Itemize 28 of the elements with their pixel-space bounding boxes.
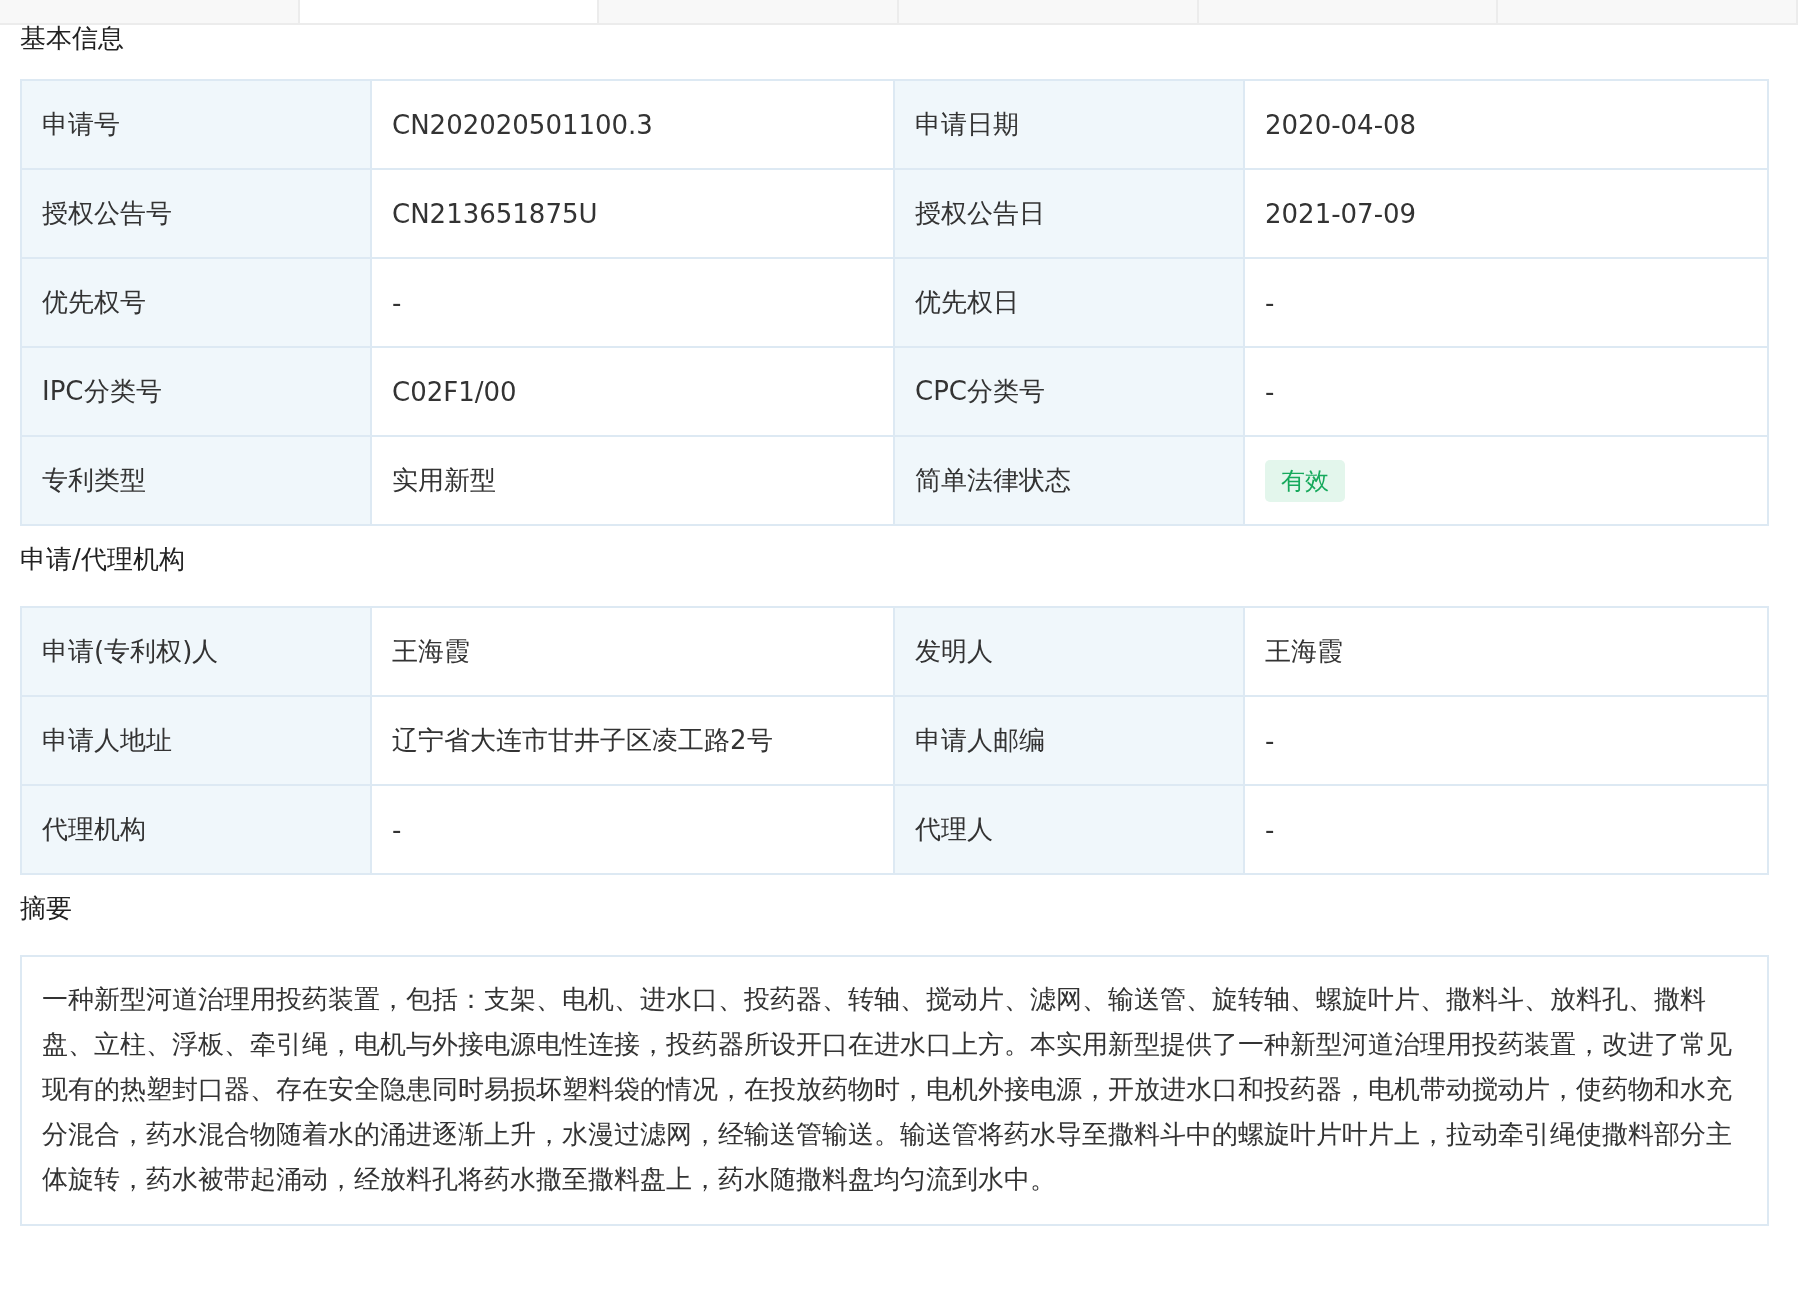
abstract-text: 一种新型河道治理用投药装置，包括：支架、电机、进水口、投药器、转轴、搅动片、滤网、输送管、旋转轴、螺旋叶片、撒料斗、放料孔、撒料盘、立柱、浮板、牵引绳，电机与外接电源电性连接，投药器所设开口在进水口上方。本实用新型提供了一种新型河道治理用投药装置，改进了常见现有的热塑封口器、存在安全隐患同时易损坏塑料袋的情况，在投放药物时，电机外接电源，开放进水口和投药器，电机带动搅动片，使药物和水充分混合，药水混合物随着水的涌进逐渐上升，水漫过滤网，经输送管输送。输送管将药水导至撒料斗中的螺旋叶片叶片上，拉动牵引绳使撒料部分主体旋转，药水被带起涌动，经放料孔将药水撒至撒料盘上，药水随撒料盘均匀流到水中。 xyxy=(20,955,1769,1226)
status-badge: 有效 xyxy=(1265,459,1345,502)
field-label: 授权公告号 xyxy=(22,170,372,259)
field-label: 优先权日 xyxy=(895,259,1245,348)
field-label: 发明人 xyxy=(895,608,1245,697)
field-label: 申请人地址 xyxy=(22,697,372,786)
field-label: 授权公告日 xyxy=(895,170,1245,259)
field-value: - xyxy=(1245,786,1767,875)
field-label: 代理机构 xyxy=(22,786,372,875)
field-value: 2020-04-08 xyxy=(1245,81,1767,170)
field-label: 优先权号 xyxy=(22,259,372,348)
field-label: 专利类型 xyxy=(22,437,372,526)
section-title: 申请/代理机构 xyxy=(20,544,185,574)
section-title: 摘要 xyxy=(20,893,72,923)
field-label: 申请号 xyxy=(22,81,372,170)
field-label: 代理人 xyxy=(895,786,1245,875)
section-title: 基本信息 xyxy=(20,23,124,53)
field-value: - xyxy=(1245,348,1767,437)
field-value: - xyxy=(1245,697,1767,786)
field-label: IPC分类号 xyxy=(22,348,372,437)
field-label: 申请日期 xyxy=(895,81,1245,170)
field-value: 2021-07-09 xyxy=(1245,170,1767,259)
field-label: 简单法律状态 xyxy=(895,437,1245,526)
field-label: CPC分类号 xyxy=(895,348,1245,437)
field-value: 王海霞 xyxy=(1245,608,1767,697)
field-label: 申请(专利权)人 xyxy=(22,608,372,697)
field-label: 申请人邮编 xyxy=(895,697,1245,786)
field-value: - xyxy=(1245,259,1767,348)
